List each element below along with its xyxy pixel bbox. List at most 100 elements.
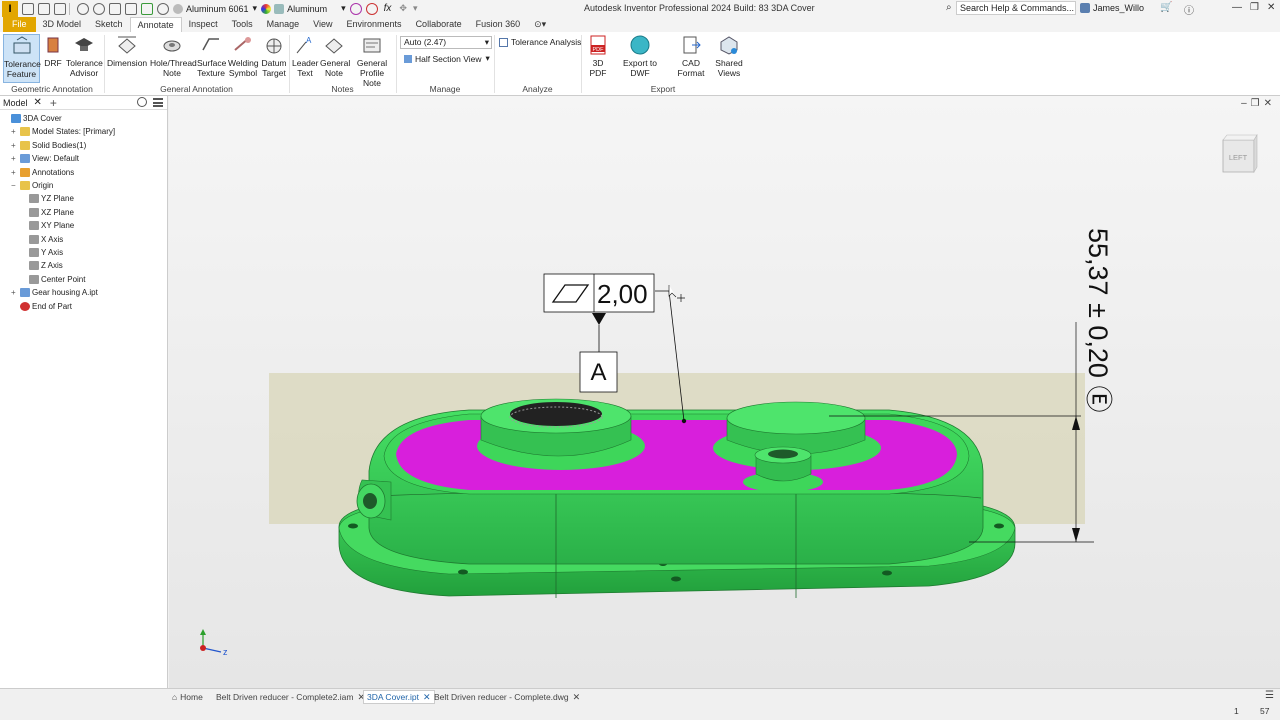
hole-thread-note-button[interactable]: Hole/Thread Note xyxy=(150,34,197,78)
material-label: Aluminum 6061 xyxy=(186,3,249,14)
adjust-icon[interactable] xyxy=(349,2,362,15)
tab-manage[interactable]: Manage xyxy=(260,17,307,32)
more-icon[interactable]: ▾ xyxy=(413,3,418,14)
close-icon[interactable]: ✕ xyxy=(423,690,431,704)
pan-icon[interactable]: ✥ xyxy=(399,3,407,14)
expand-toggle-icon[interactable]: + xyxy=(11,141,18,150)
export-dwf-button[interactable]: Export to DWF xyxy=(614,34,666,78)
document-tab-bar: ⌂ Home Belt Driven reducer - Complete2.i… xyxy=(0,688,1280,704)
graphics-viewport[interactable]: –❐✕ 2,00 A 55,37 ± 0,20 Ⓔ LEFT z xyxy=(169,96,1280,688)
tab-annotate[interactable]: Annotate xyxy=(129,17,182,32)
tree-item-xy-plane[interactable]: XY Plane xyxy=(20,219,74,232)
dimension-value[interactable]: 55,37 ± 0,20 Ⓔ xyxy=(1083,228,1113,412)
dimension-button[interactable]: Dimension xyxy=(107,34,147,68)
user-account[interactable]: James_Willo xyxy=(1080,3,1144,13)
tree-item-x-axis[interactable]: X Axis xyxy=(20,233,63,246)
clear-appearance-icon[interactable] xyxy=(365,2,378,15)
home-view-icon[interactable] xyxy=(109,2,121,15)
tab-tools[interactable]: Tools xyxy=(225,17,260,32)
close-icon[interactable]: ✕ xyxy=(34,97,42,108)
tree-item-gear-housing[interactable]: + Gear housing A.ipt xyxy=(11,286,98,299)
expand-toggle-icon[interactable]: + xyxy=(11,168,18,177)
datum-target-button[interactable]: Datum Target xyxy=(261,34,287,78)
tree-item-end-of-part[interactable]: End of Part xyxy=(11,300,72,313)
tree-item-y-axis[interactable]: Y Axis xyxy=(20,246,63,259)
cad-format-button[interactable]: CAD Format xyxy=(668,34,714,78)
minimize-button[interactable]: — xyxy=(1232,2,1242,13)
appearance-dropdown[interactable]: Aluminum ▾ xyxy=(261,2,346,16)
leader-text-button[interactable]: A Leader Text xyxy=(292,34,318,78)
welding-symbol-label-2: Symbol xyxy=(228,68,258,78)
tree-item-yz-plane[interactable]: YZ Plane xyxy=(20,192,74,205)
tab-environments[interactable]: Environments xyxy=(340,17,409,32)
tab-file[interactable]: File xyxy=(3,17,36,32)
3d-pdf-button[interactable]: PDF 3D PDF xyxy=(584,34,612,78)
close-icon[interactable]: ✕ xyxy=(1264,98,1276,109)
tab-3d-model[interactable]: 3D Model xyxy=(36,17,89,32)
tolerance-advisor-button[interactable]: Tolerance Advisor xyxy=(66,34,103,78)
info-icon[interactable]: ⌕ xyxy=(946,2,952,13)
expand-toggle-icon[interactable]: + xyxy=(11,288,18,297)
tree-item-model-states[interactable]: + Model States: [Primary] xyxy=(11,125,115,138)
drf-button[interactable]: DRF xyxy=(42,34,64,68)
tree-item-annotations[interactable]: + Annotations xyxy=(11,166,74,179)
document-tab[interactable]: Belt Driven reducer - Complete2.iam ✕ xyxy=(216,690,365,704)
expand-toggle-icon[interactable]: − xyxy=(11,181,18,190)
model-canvas[interactable]: 2,00 A 55,37 ± 0,20 Ⓔ LEFT z xyxy=(169,96,1280,688)
add-browser-icon[interactable]: + xyxy=(50,96,57,110)
tab-sketch[interactable]: Sketch xyxy=(88,17,130,32)
cart-icon[interactable]: 🛒 xyxy=(1160,2,1172,13)
tab-collaborate[interactable]: Collaborate xyxy=(409,17,469,32)
hamburger-menu-icon[interactable] xyxy=(153,98,163,107)
help-search-input[interactable]: Search Help & Commands... xyxy=(956,1,1076,15)
ribbon-options-icon[interactable]: ⊙▾ xyxy=(527,17,553,32)
restore-icon[interactable]: ❐ xyxy=(1251,98,1264,109)
close-button[interactable]: ✕ xyxy=(1267,2,1275,13)
datum-frame[interactable]: A xyxy=(579,351,618,393)
minimize-icon[interactable]: – xyxy=(1241,98,1251,109)
new-file-icon[interactable] xyxy=(22,2,34,15)
expand-toggle-icon[interactable]: + xyxy=(11,127,18,136)
update-icon[interactable] xyxy=(141,2,153,15)
tolerance-analysis-button[interactable]: Tolerance Analysis xyxy=(499,37,581,47)
general-note-button[interactable]: General Note xyxy=(320,34,350,78)
material-dropdown[interactable]: Aluminum 6061 ▾ xyxy=(173,2,257,16)
tolerance-feature-button[interactable]: Tolerance Feature xyxy=(3,34,41,83)
save-icon[interactable] xyxy=(54,2,66,15)
tab-overflow-icon[interactable]: ☰ xyxy=(1265,690,1274,701)
tree-item-origin[interactable]: − Origin xyxy=(11,179,53,192)
welding-symbol-button[interactable]: Welding Symbol xyxy=(228,34,259,78)
view-cube[interactable]: LEFT xyxy=(1222,133,1258,174)
tab-view[interactable]: View xyxy=(306,17,339,32)
general-profile-note-button[interactable]: General Profile Note xyxy=(350,34,394,88)
redo-icon[interactable] xyxy=(93,2,105,15)
help-icon[interactable]: ⓘ xyxy=(1184,2,1194,17)
close-icon[interactable]: ✕ xyxy=(573,690,581,704)
open-folder-icon[interactable] xyxy=(38,2,50,15)
document-tab[interactable]: Belt Driven reducer - Complete.dwg ✕ xyxy=(434,690,580,704)
surface-texture-button[interactable]: Surface Texture xyxy=(197,34,226,78)
undo-icon[interactable] xyxy=(77,2,89,15)
restore-button[interactable]: ❐ xyxy=(1250,2,1259,13)
search-icon[interactable] xyxy=(137,97,147,107)
browser-title[interactable]: Model xyxy=(3,98,28,108)
tree-item-view-default[interactable]: + View: Default xyxy=(11,152,79,165)
parameters-fx-icon[interactable]: fx xyxy=(384,3,392,14)
tab-fusion-360[interactable]: Fusion 360 xyxy=(469,17,528,32)
tree-item-z-axis[interactable]: Z Axis xyxy=(20,259,63,272)
tree-item-root[interactable]: 3DA Cover xyxy=(2,112,62,125)
tree-item-solid-bodies[interactable]: + Solid Bodies(1) xyxy=(11,139,86,152)
feature-control-frame[interactable]: 2,00 xyxy=(543,273,655,313)
tab-inspect[interactable]: Inspect xyxy=(182,17,225,32)
select-icon[interactable] xyxy=(125,2,137,15)
document-tab-active[interactable]: 3DA Cover.ipt ✕ xyxy=(363,690,435,704)
tree-item-xz-plane[interactable]: XZ Plane xyxy=(20,206,74,219)
app-logo[interactable]: I xyxy=(2,0,18,17)
view-scale-dropdown[interactable]: Auto (2.47) ▾ xyxy=(400,36,492,49)
stop-icon[interactable] xyxy=(157,2,169,15)
home-tab[interactable]: ⌂ Home xyxy=(172,690,203,704)
expand-toggle-icon[interactable]: + xyxy=(11,154,18,163)
half-section-view-button[interactable]: Half Section View ▾ xyxy=(404,53,490,64)
shared-views-button[interactable]: Shared Views xyxy=(714,34,744,78)
tree-item-center-point[interactable]: Center Point xyxy=(20,273,85,286)
